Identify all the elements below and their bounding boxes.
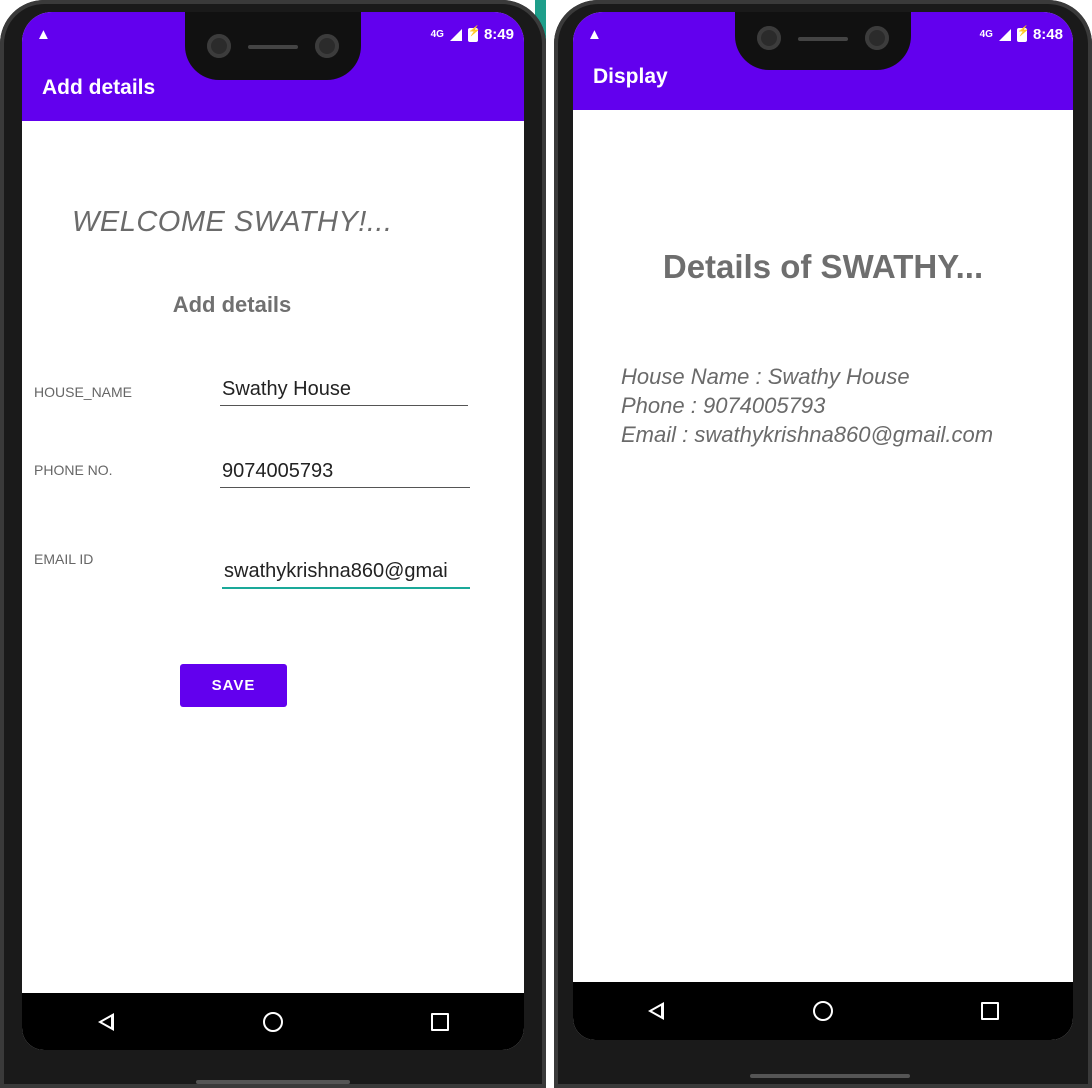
network-type: 4G: [430, 29, 444, 40]
speaker-grille: [798, 37, 848, 41]
back-icon: [97, 1012, 114, 1031]
speaker-grille: [248, 45, 298, 49]
camera-notch: [735, 12, 911, 70]
house-name-label: HOUSE_NAME: [34, 384, 133, 400]
save-button[interactable]: SAVE: [180, 664, 287, 707]
recents-button[interactable]: [970, 991, 1010, 1031]
status-indicators: 4G 8:49: [430, 26, 514, 44]
phone-label: PHONE NO.: [34, 462, 113, 478]
battery-charging-icon: [1016, 26, 1029, 42]
navigation-bar: [22, 993, 524, 1050]
email-input[interactable]: [222, 560, 470, 589]
battery-charging-icon: [467, 26, 480, 42]
sensor-icon: [865, 26, 889, 50]
back-icon: [648, 1002, 665, 1020]
phone-detail: Phone : 9074005793: [621, 393, 826, 418]
right-phone: ▲ 4G 8:48 Display Details of SWATHY... H…: [554, 0, 1092, 1088]
network-type: 4G: [979, 29, 993, 40]
warning-icon: ▲: [587, 26, 602, 43]
status-time: 8:48: [1032, 26, 1063, 43]
app-bar-title: Display: [593, 65, 668, 88]
back-button[interactable]: [86, 1002, 126, 1042]
camera-notch: [185, 12, 361, 80]
status-indicators: 4G 8:48: [979, 26, 1063, 44]
sensor-icon: [315, 34, 339, 58]
camera-icon: [757, 26, 781, 50]
status-time: 8:49: [483, 26, 514, 43]
phone-chin: [750, 1074, 910, 1078]
app-bar: ▲ 4G 8:49 Add details: [22, 12, 524, 121]
home-button[interactable]: [803, 991, 843, 1031]
home-button[interactable]: [253, 1002, 293, 1042]
recents-button[interactable]: [420, 1002, 460, 1042]
email-label: EMAIL ID: [34, 551, 94, 567]
display-screen: ▲ 4G 8:48 Display Details of SWATHY... H…: [573, 12, 1073, 1040]
home-icon: [812, 1001, 833, 1021]
phone-chin: [196, 1080, 350, 1084]
details-heading: Details of SWATHY...: [662, 248, 984, 285]
recents-icon: [431, 1012, 450, 1031]
app-bar: ▲ 4G 8:48 Display: [573, 12, 1073, 110]
app-bar-title: Add details: [42, 76, 156, 99]
add-details-screen: ▲ 4G 8:49 Add details WELCOME SWATHY!...…: [22, 12, 524, 1050]
signal-icon: [449, 28, 462, 41]
welcome-text: WELCOME SWATHY!...: [72, 206, 393, 238]
camera-icon: [207, 34, 231, 58]
form-heading: Add details: [172, 292, 292, 317]
email-detail: Email : swathykrishna860@gmail.com: [621, 422, 994, 447]
back-button[interactable]: [636, 991, 676, 1031]
signal-icon: [998, 28, 1011, 41]
phone-input[interactable]: [220, 460, 470, 488]
screenshot-stage: ▲ 4G 8:49 Add details WELCOME SWATHY!...…: [0, 0, 1092, 1088]
navigation-bar: [573, 982, 1073, 1040]
house-name-detail: House Name : Swathy House: [621, 364, 910, 389]
left-phone: ▲ 4G 8:49 Add details WELCOME SWATHY!...…: [0, 0, 546, 1088]
recents-icon: [980, 1002, 999, 1020]
image-divider: [546, 0, 554, 1088]
warning-icon: ▲: [36, 26, 51, 43]
home-icon: [262, 1011, 283, 1032]
house-name-input[interactable]: [220, 378, 468, 406]
